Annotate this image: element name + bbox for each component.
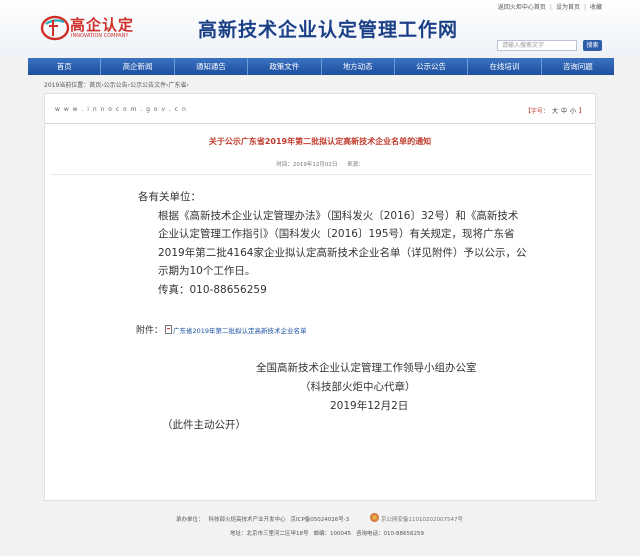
site-footer: 承办单位： 科技部火炬高技术产业开发中心 京ICP备05024026号-3 京公网安… xyxy=(0,503,640,556)
attachment: 附件： 广东省2019年第二批拟认定高新技术企业名单 xyxy=(136,323,307,336)
attachment-link[interactable]: 广东省2019年第二批拟认定高新技术企业名单 xyxy=(173,327,307,335)
footer-postcode: 邮编：100045 xyxy=(313,531,352,537)
top-link-bookmark[interactable]: 收藏 xyxy=(586,2,606,11)
top-link-set-home[interactable]: 设为首页 xyxy=(552,2,584,11)
logo-mark-icon xyxy=(40,15,70,41)
site-logo[interactable]: 高企认定 INNOVATION COMPANY xyxy=(40,12,140,46)
attachment-label: 附件： xyxy=(136,326,164,336)
article-body: 各有关单位： 根据《高新技术企业认定管理办法》（国科发火〔2016〕32号）和《… xyxy=(138,188,528,299)
document-icon xyxy=(165,325,173,334)
footer-icp[interactable]: 京ICP备05024026号-3 xyxy=(291,517,350,523)
footer-line-2: 地址：北京市三里河二区甲18号 邮编：100045 咨询电话：010-8865625… xyxy=(230,529,429,537)
nav-item-news[interactable]: 高企新闻 xyxy=(101,58,175,75)
font-size-medium[interactable]: 中 xyxy=(561,108,567,115)
nav-item-training[interactable]: 在线培训 xyxy=(468,58,542,75)
divider xyxy=(51,174,591,175)
site-header: 高企认定 INNOVATION COMPANY 高新技术企业认定管理工作网 返回… xyxy=(0,0,640,56)
nav-item-announcements[interactable]: 公示公告 xyxy=(395,58,469,75)
footer-address: 地址：北京市三里河二区甲18号 xyxy=(230,531,309,537)
article-fax: 传真：010-88656259 xyxy=(158,283,267,296)
article-title: 关于公示广东省2019年第二批拟认定高新技术企业名单的通知 xyxy=(208,137,432,146)
footer-police[interactable]: 京公网安备11010202007547号 xyxy=(381,515,463,523)
footer-line-1: 承办单位： 科技部火炬高技术产业开发中心 京ICP备05024026号-3 xyxy=(176,515,354,523)
nav-item-local[interactable]: 地方动态 xyxy=(322,58,395,75)
font-size-label: 【字号： xyxy=(524,108,549,115)
article-panel-header: w w w . i n n o c o m . g o v . c n 【字号：… xyxy=(45,94,595,124)
nav-item-faq[interactable]: 咨询问题 xyxy=(542,58,614,75)
article-greeting: 各有关单位： xyxy=(138,191,201,203)
site-title: 高新技术企业认定管理工作网 xyxy=(198,19,459,41)
signature-org: 全国高新技术企业认定管理工作领导小组办公室 xyxy=(256,362,477,374)
search-input[interactable]: 请输入搜索文字 xyxy=(497,40,577,51)
logo-text: 高企认定 xyxy=(70,16,135,34)
nav-item-notices[interactable]: 通知通告 xyxy=(175,58,249,75)
article-time: 时间：2019年12月02日 xyxy=(276,162,338,168)
font-size-close: 】 xyxy=(578,108,585,115)
public-note: （此件主动公开） xyxy=(162,419,246,431)
article-panel: w w w . i n n o c o m . g o v . c n 【字号：… xyxy=(44,93,596,501)
signature-date: 2019年12月2日 xyxy=(330,400,409,412)
article-paragraph: 根据《高新技术企业认定管理办法》（国科发火〔2016〕32号）和《高新技术企业认… xyxy=(158,209,527,278)
font-size-small[interactable]: 小 xyxy=(570,108,576,115)
nav-item-home[interactable]: 首页 xyxy=(28,58,102,75)
police-badge-icon xyxy=(370,513,379,522)
site-domain: w w w . i n n o c o m . g o v . c n xyxy=(55,106,187,113)
nav-item-policy[interactable]: 政策文件 xyxy=(248,58,322,75)
breadcrumb[interactable]: 2019当前位置：首页›公示公告›公示公告文件›广东省› xyxy=(44,80,189,89)
logo-subtext: INNOVATION COMPANY xyxy=(71,33,129,39)
article-meta: 时间：2019年12月02日 来源： xyxy=(45,160,595,168)
font-size-switcher: 【字号：大中小】 xyxy=(522,106,585,115)
footer-host-label: 承办单位： xyxy=(176,517,204,523)
footer-host: 科技部火炬高技术产业开发中心 xyxy=(208,517,286,523)
footer-phone: 咨询电话：010-88656259 xyxy=(356,531,424,537)
search-button[interactable]: 搜索 xyxy=(583,40,602,51)
top-links: 返回火炬中心首页 | 设为首页 | 收藏 xyxy=(494,2,606,11)
signature-sub: （科技部火炬中心代章） xyxy=(300,381,416,393)
top-link-home[interactable]: 返回火炬中心首页 xyxy=(494,2,550,11)
font-size-large[interactable]: 大 xyxy=(552,108,558,115)
article-source: 来源： xyxy=(347,162,364,168)
main-nav: 首页 高企新闻 通知通告 政策文件 地方动态 公示公告 在线培训 咨询问题 xyxy=(28,58,614,75)
